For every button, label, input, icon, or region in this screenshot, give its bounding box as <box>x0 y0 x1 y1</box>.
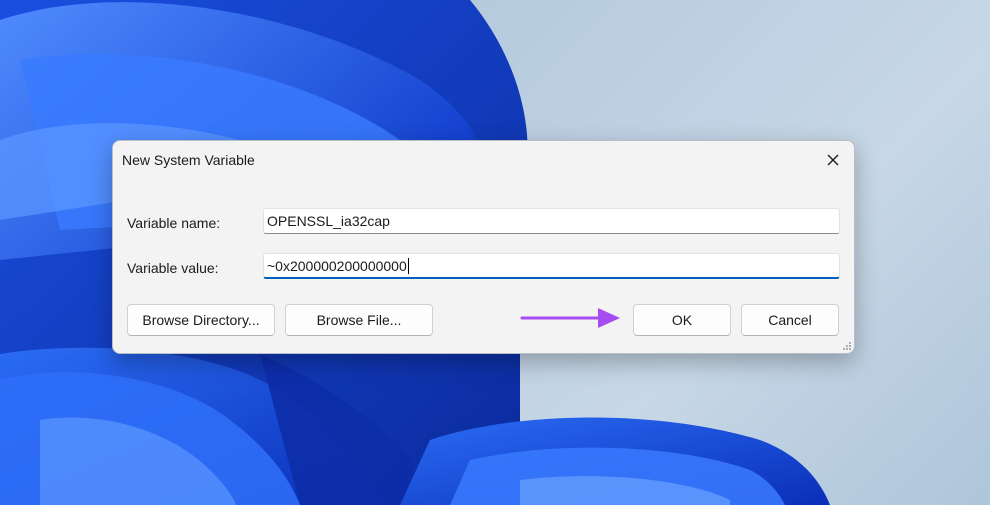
new-system-variable-dialog: New System Variable Variable name: OPENS… <box>112 140 855 354</box>
browse-file-button[interactable]: Browse File... <box>285 304 433 336</box>
variable-name-label: Variable name: <box>127 215 221 231</box>
variable-value-input[interactable]: ~0x200000200000000 <box>263 253 840 279</box>
close-button[interactable] <box>818 147 848 173</box>
variable-name-input[interactable]: OPENSSL_ia32cap <box>263 208 840 234</box>
annotation-arrow-icon <box>520 308 620 328</box>
resize-grip-icon[interactable] <box>842 341 852 351</box>
text-caret <box>407 258 409 274</box>
dialog-title: New System Variable <box>122 152 255 168</box>
close-icon <box>827 154 839 166</box>
dialog-titlebar[interactable]: New System Variable <box>113 141 854 179</box>
variable-name-text: OPENSSL_ia32cap <box>267 213 390 229</box>
variable-value-text: ~0x200000200000000 <box>267 258 407 274</box>
variable-value-label: Variable value: <box>127 260 219 276</box>
browse-directory-button[interactable]: Browse Directory... <box>127 304 275 336</box>
cancel-button[interactable]: Cancel <box>741 304 839 336</box>
ok-button[interactable]: OK <box>633 304 731 336</box>
